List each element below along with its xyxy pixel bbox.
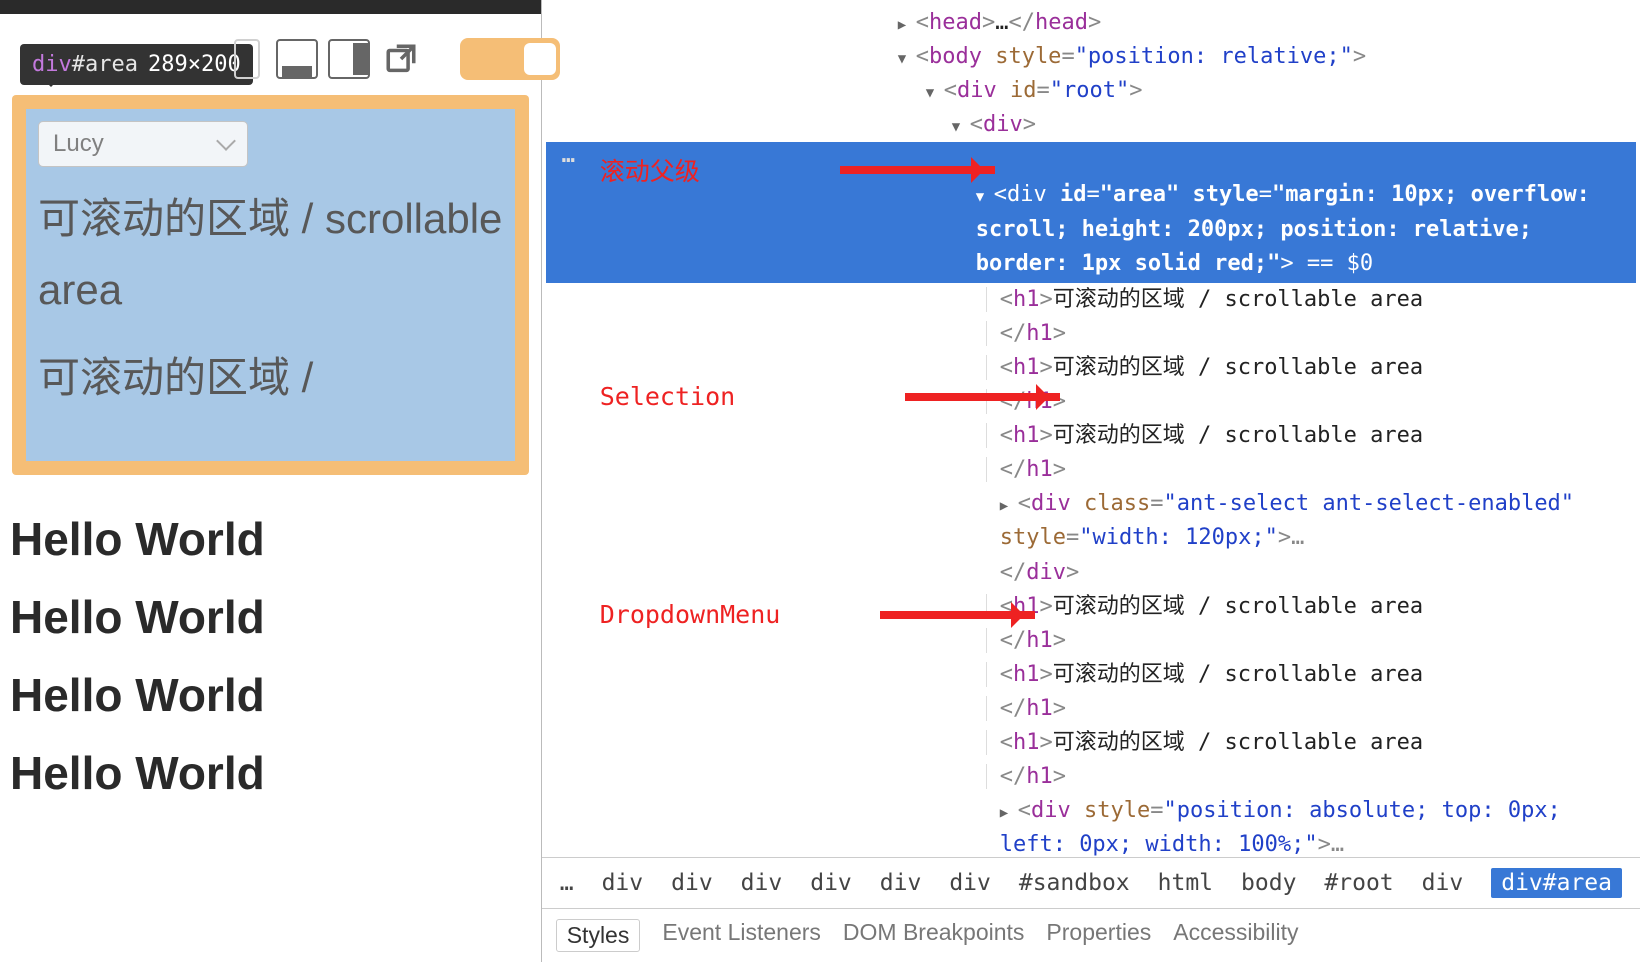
- inspected-area-highlight: Lucy 可滚动的区域 / scrollable area 可滚动的区域 /: [12, 95, 529, 475]
- hello-heading: Hello World: [10, 746, 265, 800]
- scrollable-heading-2: 可滚动的区域 /: [38, 342, 503, 413]
- hello-heading: Hello World: [10, 590, 265, 644]
- breadcrumb-item[interactable]: div: [810, 870, 852, 896]
- breadcrumb-item[interactable]: div: [1422, 870, 1464, 896]
- element-tooltip: div#area 289×200: [20, 44, 253, 85]
- breadcrumb-item-selected[interactable]: div#area: [1491, 868, 1622, 898]
- breadcrumb-item[interactable]: #sandbox: [1019, 870, 1130, 896]
- chevron-down-icon: [216, 131, 236, 151]
- elements-tree[interactable]: <head>…</head> <body style="position: re…: [542, 0, 1640, 857]
- tab-dom-breakpoints[interactable]: DOM Breakpoints: [843, 919, 1025, 952]
- dom-node[interactable]: <h1>可滚动的区域 / scrollable area</h1>: [546, 726, 1636, 794]
- dom-node[interactable]: <h1>可滚动的区域 / scrollable area</h1>: [546, 419, 1636, 487]
- tooltip-id: #area: [72, 52, 138, 77]
- panel-tabs: Styles Event Listeners DOM Breakpoints P…: [542, 908, 1640, 962]
- tab-accessibility[interactable]: Accessibility: [1173, 919, 1298, 952]
- scrollable-heading-1: 可滚动的区域 / scrollable area: [38, 183, 503, 326]
- dom-node[interactable]: <body style="position: relative;">: [546, 40, 1636, 74]
- breadcrumb-item[interactable]: body: [1241, 870, 1296, 896]
- select-value: Lucy: [53, 130, 104, 158]
- dom-node[interactable]: <head>…</head>: [546, 6, 1636, 40]
- annotation-dropdown: DropdownMenu: [600, 600, 1036, 629]
- tooltip-dimensions: 289×200: [148, 52, 241, 77]
- breadcrumb-item[interactable]: div: [602, 870, 644, 896]
- breadcrumb-item[interactable]: div: [880, 870, 922, 896]
- dom-node[interactable]: <h1>可滚动的区域 / scrollable area</h1>: [546, 658, 1636, 726]
- dock-bottom-icon[interactable]: [276, 39, 318, 79]
- select-dropdown[interactable]: Lucy: [38, 121, 248, 167]
- breadcrumb[interactable]: … div div div div div div #sandbox html …: [542, 857, 1640, 908]
- breadcrumb-item[interactable]: div: [741, 870, 783, 896]
- breadcrumb-item[interactable]: div: [671, 870, 713, 896]
- dock-right-icon[interactable]: [328, 39, 370, 79]
- dom-node[interactable]: <div class="ant-select ant-select-enable…: [546, 487, 1636, 589]
- breadcrumb-item[interactable]: html: [1158, 870, 1213, 896]
- hello-heading: Hello World: [10, 512, 265, 566]
- dom-node[interactable]: <h1>可滚动的区域 / scrollable area</h1>: [546, 283, 1636, 351]
- hello-heading: Hello World: [10, 668, 265, 722]
- devtools-toolbar: [234, 38, 560, 80]
- popout-icon[interactable]: [380, 39, 422, 79]
- dom-node[interactable]: <div>: [546, 108, 1636, 142]
- dom-node[interactable]: <div style="position: absolute; top: 0px…: [546, 794, 1636, 857]
- breadcrumb-item[interactable]: #root: [1324, 870, 1393, 896]
- dom-node[interactable]: <div id="root">: [546, 74, 1636, 108]
- titlebar-strip: [0, 0, 541, 14]
- annotation-selection: Selection: [600, 382, 1060, 411]
- breadcrumb-item[interactable]: …: [560, 870, 574, 896]
- hello-list: Hello World Hello World Hello World Hell…: [10, 488, 265, 824]
- toolbar-spacer: [234, 39, 260, 79]
- tooltip-tag: div: [32, 52, 72, 77]
- tab-properties[interactable]: Properties: [1046, 919, 1151, 952]
- tab-styles[interactable]: Styles: [556, 919, 641, 952]
- breadcrumb-item[interactable]: div: [949, 870, 991, 896]
- tab-event-listeners[interactable]: Event Listeners: [662, 919, 821, 952]
- devtools-pane: <head>…</head> <body style="position: re…: [542, 0, 1640, 962]
- preview-pane: div#area 289×200 Lucy 可滚动的区域 / scrollabl…: [0, 0, 542, 962]
- inspected-area-inner: Lucy 可滚动的区域 / scrollable area 可滚动的区域 /: [26, 109, 515, 461]
- annotation-scroll-parent: 滚动父级: [600, 152, 995, 188]
